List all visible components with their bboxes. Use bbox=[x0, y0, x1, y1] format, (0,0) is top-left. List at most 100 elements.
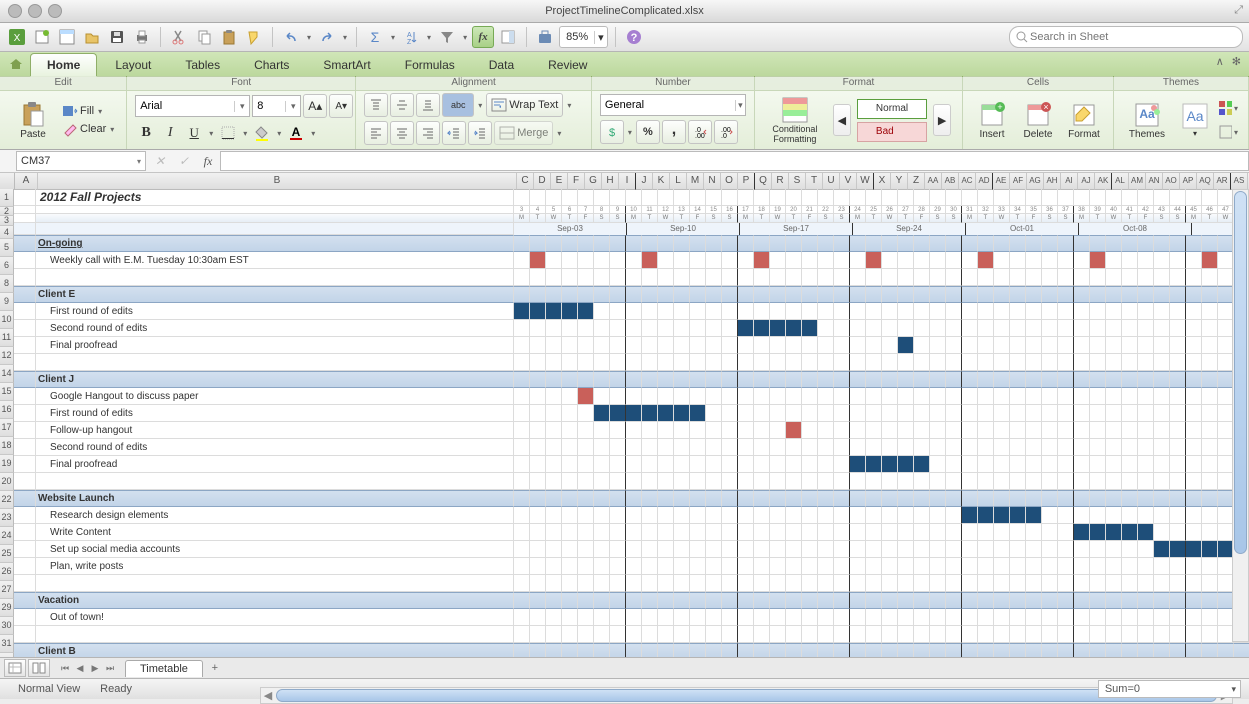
percent-format-icon[interactable]: % bbox=[636, 120, 660, 144]
theme-fonts-button[interactable]: Aa▾ bbox=[1176, 93, 1214, 147]
excel-icon[interactable]: X bbox=[6, 26, 28, 48]
help-icon[interactable]: ? bbox=[623, 26, 645, 48]
font-color-icon[interactable]: A bbox=[285, 122, 307, 144]
delete-button[interactable]: ×Delete bbox=[1017, 93, 1059, 147]
style-bad[interactable]: Bad bbox=[857, 122, 927, 142]
page-layout-view-icon[interactable] bbox=[28, 659, 50, 677]
accounting-format-icon[interactable]: $ bbox=[600, 120, 624, 144]
paste-button[interactable]: Paste bbox=[8, 93, 58, 147]
theme-effects-icon[interactable]: ▾ bbox=[1218, 121, 1240, 143]
orientation-icon[interactable]: abc bbox=[442, 93, 474, 117]
tab-charts[interactable]: Charts bbox=[238, 54, 305, 76]
save-icon[interactable] bbox=[106, 26, 128, 48]
style-next-icon[interactable]: ▶ bbox=[933, 104, 951, 136]
first-sheet-icon[interactable]: ⏮ bbox=[58, 660, 72, 676]
zoom-combo[interactable]: 85%▾ bbox=[559, 26, 608, 48]
style-normal[interactable]: Normal bbox=[857, 99, 927, 119]
tab-tables[interactable]: Tables bbox=[169, 54, 236, 76]
clear-button[interactable]: Clear▾ bbox=[62, 121, 116, 137]
copy-icon[interactable] bbox=[193, 26, 215, 48]
next-sheet-icon[interactable]: ▶ bbox=[88, 660, 102, 676]
wrap-text-button[interactable]: Wrap Text bbox=[486, 93, 563, 117]
fill-button[interactable]: Fill▾ bbox=[62, 103, 116, 119]
name-box[interactable]: CM37▾ bbox=[16, 151, 146, 171]
paste-icon[interactable] bbox=[218, 26, 240, 48]
undo-dropdown[interactable]: ▾ bbox=[305, 33, 313, 42]
toolbox-icon[interactable] bbox=[534, 26, 556, 48]
align-middle-icon[interactable] bbox=[390, 93, 414, 117]
open-icon[interactable] bbox=[81, 26, 103, 48]
border-icon[interactable] bbox=[217, 122, 239, 144]
align-top-icon[interactable] bbox=[364, 93, 388, 117]
vertical-scrollbar[interactable] bbox=[1232, 189, 1249, 642]
tab-formulas[interactable]: Formulas bbox=[389, 54, 471, 76]
tab-home[interactable]: Home bbox=[30, 53, 97, 77]
cells[interactable]: 2012 Fall Projects3456789101112131415161… bbox=[14, 189, 1249, 657]
prev-sheet-icon[interactable]: ◀ bbox=[73, 660, 87, 676]
search-input[interactable] bbox=[1028, 30, 1236, 44]
tab-smartart[interactable]: SmartArt bbox=[307, 54, 386, 76]
sum-display[interactable]: Sum=0▾ bbox=[1098, 680, 1241, 698]
redo-icon[interactable] bbox=[316, 26, 338, 48]
redo-dropdown[interactable]: ▾ bbox=[341, 33, 349, 42]
tab-review[interactable]: Review bbox=[532, 54, 603, 76]
insert-button[interactable]: +Insert bbox=[971, 93, 1013, 147]
new-workbook-icon[interactable] bbox=[31, 26, 53, 48]
comma-format-icon[interactable]: , bbox=[662, 120, 686, 144]
tab-data[interactable]: Data bbox=[473, 54, 530, 76]
grow-font-icon[interactable]: A▴ bbox=[303, 94, 327, 118]
cut-icon[interactable] bbox=[168, 26, 190, 48]
last-sheet-icon[interactable]: ⏭ bbox=[103, 660, 117, 676]
font-size-input[interactable] bbox=[253, 100, 285, 112]
style-prev-icon[interactable]: ◀ bbox=[833, 104, 851, 136]
search-in-sheet[interactable] bbox=[1009, 26, 1243, 48]
cancel-formula-icon[interactable]: ✕ bbox=[150, 152, 170, 170]
normal-view-icon[interactable] bbox=[4, 659, 26, 677]
filter-dropdown[interactable]: ▾ bbox=[461, 33, 469, 42]
decrease-decimal-icon[interactable]: .0.00 bbox=[688, 120, 712, 144]
accept-formula-icon[interactable]: ✓ bbox=[174, 152, 194, 170]
filter-icon[interactable] bbox=[436, 26, 458, 48]
increase-decimal-icon[interactable]: .00.0 bbox=[714, 120, 738, 144]
fx-icon[interactable]: fx bbox=[198, 152, 218, 170]
show-toolbox-icon[interactable] bbox=[497, 26, 519, 48]
fx-toggle-icon[interactable]: fx bbox=[472, 26, 494, 48]
underline-button[interactable]: U bbox=[183, 122, 205, 144]
tab-layout[interactable]: Layout bbox=[99, 54, 167, 76]
number-format-input[interactable] bbox=[601, 99, 735, 111]
sheet-grid[interactable]: ABCDEFGHIJKLMNOPQRSTUVWXYZAAABACADAEAFAG… bbox=[0, 173, 1249, 657]
themes-button[interactable]: AaThemes bbox=[1122, 93, 1172, 147]
sort-dropdown[interactable]: ▾ bbox=[425, 33, 433, 42]
collapse-ribbon-icon[interactable]: ∧ bbox=[1216, 55, 1224, 68]
number-format-combo[interactable]: ▾ bbox=[600, 94, 746, 116]
increase-indent-icon[interactable] bbox=[468, 121, 492, 145]
merge-button[interactable]: Merge bbox=[494, 121, 553, 145]
font-name-input[interactable] bbox=[136, 100, 234, 112]
template-icon[interactable] bbox=[56, 26, 78, 48]
shrink-font-icon[interactable]: A▾ bbox=[329, 94, 353, 118]
fill-color-icon[interactable] bbox=[251, 122, 273, 144]
italic-button[interactable]: I bbox=[159, 122, 181, 144]
autosum-dropdown[interactable]: ▾ bbox=[389, 33, 397, 42]
chevron-down-icon[interactable]: ▾ bbox=[594, 31, 607, 44]
format-painter-icon[interactable] bbox=[243, 26, 265, 48]
add-sheet-icon[interactable]: + bbox=[207, 661, 223, 675]
maximize-icon[interactable]: ⤢ bbox=[1234, 4, 1243, 17]
align-center-icon[interactable] bbox=[390, 121, 414, 145]
conditional-formatting-button[interactable]: Conditional Formatting bbox=[763, 93, 827, 147]
autosum-icon[interactable]: Σ bbox=[364, 26, 386, 48]
horizontal-scrollbar[interactable]: ◀▶ bbox=[260, 687, 1233, 704]
bold-button[interactable]: B bbox=[135, 122, 157, 144]
gear-icon[interactable]: ✻ bbox=[1232, 55, 1241, 68]
align-right-icon[interactable] bbox=[416, 121, 440, 145]
formula-input[interactable] bbox=[220, 151, 1249, 171]
sort-icon[interactable]: AZ bbox=[400, 26, 422, 48]
cell-format-button[interactable]: Format bbox=[1063, 93, 1105, 147]
align-left-icon[interactable] bbox=[364, 121, 388, 145]
font-size-combo[interactable]: ▾ bbox=[252, 95, 301, 117]
undo-icon[interactable] bbox=[280, 26, 302, 48]
align-bottom-icon[interactable] bbox=[416, 93, 440, 117]
home-icon[interactable] bbox=[6, 55, 26, 73]
font-name-combo[interactable]: ▾ bbox=[135, 95, 250, 117]
theme-colors-icon[interactable]: ▾ bbox=[1218, 97, 1240, 119]
